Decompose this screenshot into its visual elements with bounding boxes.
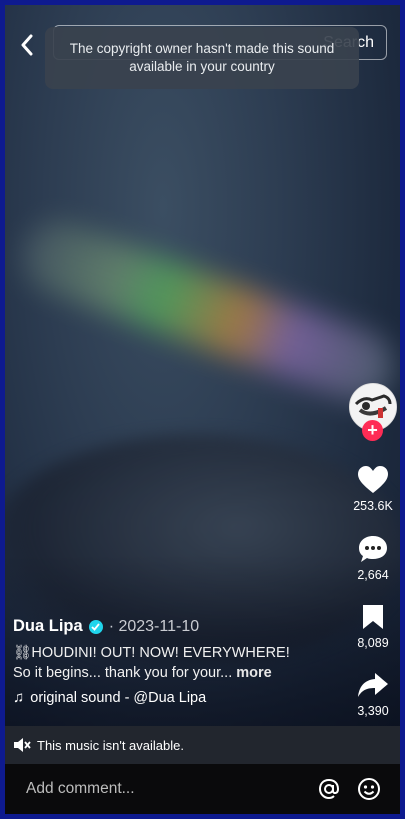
- music-unavailable-banner: This music isn't available.: [5, 726, 400, 764]
- video-content-arm: [13, 212, 400, 412]
- music-unavailable-text: This music isn't available.: [37, 737, 184, 753]
- caption-line-2: So it begins... thank you for your...: [13, 665, 233, 681]
- bookmark-icon: [343, 600, 400, 634]
- comment-count: 2,664: [357, 568, 389, 582]
- chevron-left-icon: [21, 34, 33, 56]
- more-link[interactable]: more: [236, 665, 271, 681]
- save-count: 8,089: [357, 636, 389, 650]
- video-screen: Search The copyright owner hasn't made t…: [5, 5, 400, 814]
- toast-text: The copyright owner hasn't made this sou…: [69, 41, 335, 74]
- post-date: · 2023-11-10: [108, 617, 200, 635]
- comment-button[interactable]: 2,664: [343, 532, 400, 582]
- copyright-toast: The copyright owner hasn't made this sou…: [45, 27, 359, 89]
- smiley-icon: [358, 778, 380, 800]
- follow-button[interactable]: +: [362, 420, 383, 441]
- author-name[interactable]: Dua Lipa: [13, 617, 83, 636]
- save-button[interactable]: 8,089: [343, 600, 400, 650]
- back-button[interactable]: [14, 29, 40, 61]
- share-arrow-icon: [343, 668, 400, 702]
- creator-avatar[interactable]: +: [349, 383, 397, 441]
- like-button[interactable]: 253.6K: [343, 463, 400, 513]
- share-count: 3,390: [357, 704, 389, 718]
- like-count: 253.6K: [353, 499, 393, 513]
- caption-line-1: ⛓HOUDINI! OUT! NOW! EVERYWHERE!: [13, 645, 290, 661]
- speaker-muted-icon: [13, 737, 31, 753]
- post-info: Dua Lipa · 2023-11-10 ⛓HOUDINI! OUT! NOW…: [13, 617, 343, 706]
- comment-input[interactable]: Add comment...: [26, 780, 314, 798]
- share-button[interactable]: 3,390: [343, 668, 400, 718]
- comment-icon: [343, 532, 400, 566]
- author-line: Dua Lipa · 2023-11-10: [13, 617, 343, 636]
- post-caption[interactable]: ⛓HOUDINI! OUT! NOW! EVERYWHERE! So it be…: [13, 643, 343, 683]
- music-note-icon: ♫: [13, 689, 25, 706]
- mention-button[interactable]: [314, 774, 344, 804]
- sound-link[interactable]: ♫ original sound - @Dua Lipa: [13, 689, 343, 706]
- sound-title: original sound - @Dua Lipa: [30, 689, 207, 706]
- at-sign-icon: [318, 778, 340, 800]
- verified-badge-icon: [88, 619, 103, 634]
- heart-icon: [343, 463, 400, 497]
- comment-bar: Add comment...: [5, 764, 400, 814]
- emoji-button[interactable]: [354, 774, 384, 804]
